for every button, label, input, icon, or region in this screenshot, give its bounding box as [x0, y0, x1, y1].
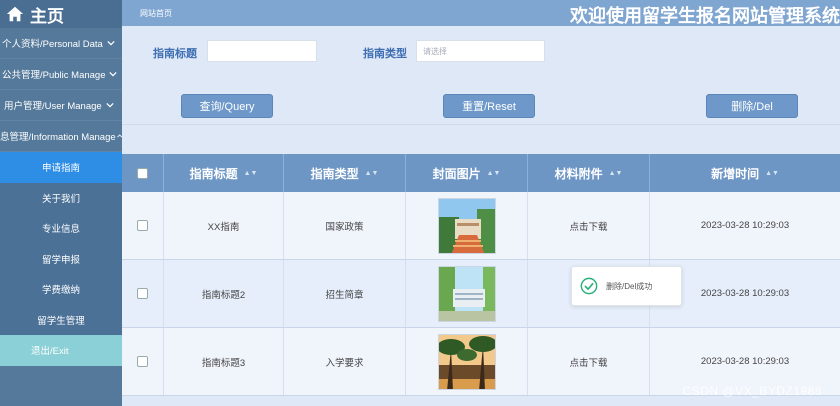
cell-cover	[406, 260, 528, 327]
sort-icon[interactable]: ▲▼	[487, 170, 501, 177]
cell-time: 2023-03-28 10:29:03	[700, 220, 790, 231]
row-checkbox[interactable]	[137, 288, 148, 299]
sidebar-item-about[interactable]: 关于我们	[0, 182, 122, 213]
cell-type: 入学要求	[284, 328, 406, 395]
sort-icon[interactable]: ▲▼	[365, 170, 379, 177]
guide-title-label: 指南标题	[153, 48, 197, 60]
sidebar-item-label: 专业信息	[41, 224, 80, 236]
cover-image[interactable]	[437, 197, 496, 254]
menu-information-manage[interactable]: 息管理/Information Manage	[0, 121, 122, 152]
sidebar-item-tuition[interactable]: 学费缴纳	[0, 274, 122, 305]
sidebar: 主页 个人资料/Personal Data 公共管理/Public Manage…	[0, 0, 122, 406]
cell-title: XX指南	[164, 192, 284, 259]
menu-label: 用户管理/User Manage	[4, 101, 102, 112]
row-select-cell	[122, 192, 164, 259]
column-label: 封面图片	[432, 166, 481, 181]
chevron-down-icon	[109, 71, 118, 77]
top-header: 网站首页 欢迎使用留学生报名网站管理系统	[122, 0, 840, 26]
toast-message: 删除/Del成功	[606, 281, 653, 291]
cell-cover	[406, 192, 528, 259]
table-row[interactable]: 指南标题2 招生简章 2023-03-28 10:29:03	[122, 260, 840, 328]
cover-image[interactable]	[437, 333, 496, 390]
sidebar-item-label: 退出/Exit	[31, 346, 69, 358]
divider	[122, 124, 840, 154]
delete-button[interactable]: 删除/Del	[706, 94, 798, 118]
home-link[interactable]: 主页	[0, 0, 122, 28]
cover-image[interactable]	[437, 265, 496, 322]
page-title: 欢迎使用留学生报名网站管理系统	[570, 6, 840, 26]
menu-label: 公共管理/Public Manage	[2, 70, 106, 81]
chevron-down-icon	[106, 102, 114, 108]
home-icon	[6, 6, 24, 22]
row-select-cell	[122, 328, 164, 395]
menu-personal-data[interactable]: 个人资料/Personal Data	[0, 28, 122, 59]
sidebar-item-label: 留学申报	[41, 254, 80, 266]
sidebar-item-guide[interactable]: 申请指南	[0, 152, 122, 183]
reset-button[interactable]: 重置/Reset	[443, 94, 535, 118]
column-header-cover[interactable]: 封面图片 ▲▼	[406, 154, 528, 192]
search-panel: 指南标题 指南类型 请选择 查询/Query 重置/Reset 删除/Del	[122, 26, 840, 124]
sort-icon[interactable]: ▲▼	[765, 170, 779, 177]
home-label: 主页	[30, 6, 64, 26]
table-row[interactable]: XX指南 国家政策 点击下载 2023-03-28 10:29:03	[122, 192, 840, 260]
column-header-attachment[interactable]: 材料附件 ▲▼	[528, 154, 650, 192]
column-label: 材料附件	[554, 166, 603, 181]
success-toast: 删除/Del成功	[571, 266, 682, 306]
chevron-down-icon	[107, 40, 115, 46]
column-label: 新增时间	[711, 166, 760, 181]
column-label: 指南标题	[189, 166, 238, 181]
cell-cover	[406, 328, 528, 395]
sidebar-item-label: 学费缴纳	[41, 285, 80, 297]
menu-user-manage[interactable]: 用户管理/User Manage	[0, 90, 122, 121]
query-button[interactable]: 查询/Query	[181, 94, 273, 118]
cell-title: 指南标题3	[164, 328, 284, 395]
select-all-checkbox[interactable]	[137, 167, 148, 179]
check-circle-icon	[580, 277, 598, 295]
sidebar-item-majors[interactable]: 专业信息	[0, 213, 122, 244]
sidebar-item-label: 关于我们	[41, 193, 80, 205]
column-header-title[interactable]: 指南标题 ▲▼	[164, 154, 284, 192]
breadcrumb[interactable]: 网站首页	[140, 8, 172, 19]
table-header: 指南标题 ▲▼ 指南类型 ▲▼ 封面图片 ▲▼ 材料附件 ▲▼ 新增时间 ▲▼	[122, 154, 840, 192]
sidebar-item-label: 留学生管理	[37, 315, 85, 327]
cell-title: 指南标题2	[164, 260, 284, 327]
row-checkbox[interactable]	[137, 356, 148, 367]
cell-type: 招生简章	[284, 260, 406, 327]
menu-label: 个人资料/Personal Data	[2, 39, 103, 50]
column-header-time[interactable]: 新增时间 ▲▼	[650, 154, 840, 192]
cell-type: 国家政策	[284, 192, 406, 259]
sidebar-item-students[interactable]: 留学生管理	[0, 304, 122, 335]
sidebar-item-label: 申请指南	[41, 163, 80, 175]
select-all-cell	[122, 154, 164, 192]
cell-attachment[interactable]: 点击下载	[528, 192, 650, 259]
watermark: CSDN @VX_BYDZ1988	[682, 384, 822, 398]
sort-icon[interactable]: ▲▼	[244, 170, 258, 177]
menu-label: 息管理/Information Manage	[0, 132, 116, 143]
menu-public-manage[interactable]: 公共管理/Public Manage	[0, 59, 122, 90]
cell-attachment[interactable]: 点击下载	[528, 328, 650, 395]
guide-type-select[interactable]: 请选择	[416, 40, 545, 62]
row-checkbox[interactable]	[137, 220, 148, 231]
guide-table: 指南标题 ▲▼ 指南类型 ▲▼ 封面图片 ▲▼ 材料附件 ▲▼ 新增时间 ▲▼ XX指南 …	[122, 154, 840, 396]
guide-title-input[interactable]	[207, 40, 317, 62]
sort-icon[interactable]: ▲▼	[609, 170, 623, 177]
guide-type-label: 指南类型	[363, 48, 407, 60]
sidebar-item-application[interactable]: 留学申报	[0, 243, 122, 274]
row-select-cell	[122, 260, 164, 327]
column-header-type[interactable]: 指南类型 ▲▼	[284, 154, 406, 192]
sidebar-item-exit[interactable]: 退出/Exit	[0, 335, 122, 366]
column-label: 指南类型	[310, 166, 359, 181]
